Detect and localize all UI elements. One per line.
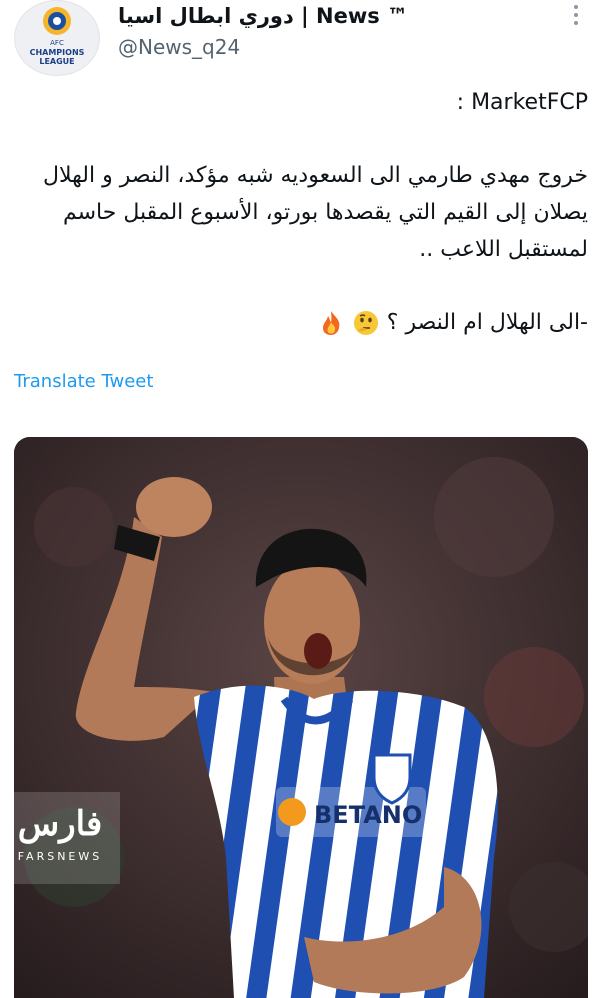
avatar[interactable]: AFC CHAMPIONS LEAGUE <box>14 0 100 76</box>
tweet-source-line: MarketFCP : <box>456 90 588 115</box>
tweet-question: -الى الهلال ام النصر ؟ <box>386 310 588 335</box>
player-photo: BETANO <box>14 437 588 998</box>
watermark-text: FARSNEWS <box>17 850 103 863</box>
display-name[interactable]: دوري ابطال اسيا | News ™ <box>118 4 408 28</box>
tweet-photo[interactable]: BETANO <box>14 437 588 998</box>
user-handle[interactable]: @News_q24 <box>118 35 240 59</box>
watermark-logo: فارس <box>17 804 103 844</box>
tweet-question-line: -الى الهلال ام النصر ؟ <box>14 304 588 341</box>
fire-icon <box>322 311 340 335</box>
translate-tweet-link[interactable]: Translate Tweet <box>14 371 153 392</box>
more-options-icon[interactable] <box>564 2 588 28</box>
thinking-face-icon <box>353 311 378 335</box>
avatar-text-bottom: LEAGUE <box>39 57 74 66</box>
avatar-text-top: AFC <box>50 39 64 47</box>
avatar-text-mid: CHAMPIONS <box>30 48 85 57</box>
sponsor-text: BETANO <box>314 801 422 829</box>
tweet-paragraph: خروج مهدي طارمي الى السعوديه شبه مؤكد، ا… <box>43 163 588 262</box>
farsnews-watermark: فارس FARSNEWS <box>0 792 120 884</box>
afc-champions-league-logo: AFC CHAMPIONS LEAGUE <box>30 7 85 66</box>
tweet-text: MarketFCP : خروج مهدي طارمي الى السعوديه… <box>14 80 588 341</box>
